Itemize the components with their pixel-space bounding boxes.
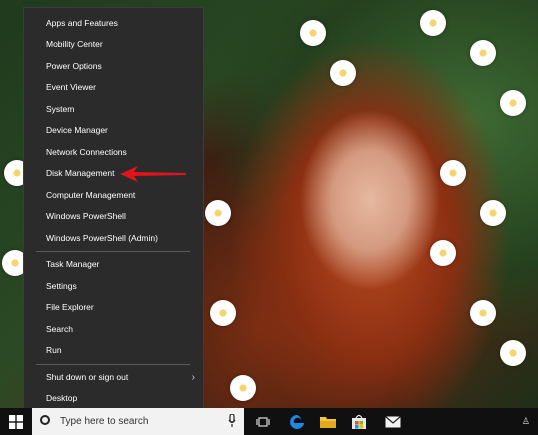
menu-item-label: System	[46, 104, 75, 114]
taskbar-search-box[interactable]: Type here to search	[32, 408, 244, 435]
menu-item-system[interactable]: System	[24, 99, 203, 120]
search-placeholder: Type here to search	[60, 416, 149, 427]
menu-item-label: Network Connections	[46, 147, 127, 157]
menu-item-windows-powershell-admin[interactable]: Windows PowerShell (Admin)	[24, 228, 203, 249]
menu-item-label: Shut down or sign out	[46, 372, 129, 382]
menu-item-device-manager[interactable]: Device Manager	[24, 120, 203, 141]
menu-item-label: Settings	[46, 281, 77, 291]
flower-decoration	[470, 300, 496, 326]
power-user-menu: Apps and Features Mobility Center Power …	[23, 7, 204, 411]
flower-decoration	[205, 200, 231, 226]
flower-decoration	[330, 60, 356, 86]
menu-item-search[interactable]: Search	[24, 319, 203, 340]
people-icon[interactable]: ♙	[522, 416, 530, 426]
mail-icon	[385, 415, 401, 427]
file-explorer-button[interactable]	[313, 408, 343, 435]
menu-item-label: Search	[46, 324, 73, 334]
notification-area[interactable]: ♙	[522, 408, 530, 435]
flower-decoration	[480, 200, 506, 226]
flower-decoration	[210, 300, 236, 326]
windows-logo-icon	[9, 414, 23, 429]
menu-separator	[36, 364, 190, 365]
menu-item-run[interactable]: Run	[24, 340, 203, 361]
flower-decoration	[440, 160, 466, 186]
menu-item-mobility-center[interactable]: Mobility Center	[24, 34, 203, 55]
menu-item-label: Event Viewer	[46, 82, 96, 92]
menu-item-windows-powershell[interactable]: Windows PowerShell	[24, 206, 203, 227]
menu-item-label: Windows PowerShell	[46, 211, 126, 221]
search-icon	[40, 415, 50, 425]
menu-item-label: Power Options	[46, 61, 102, 71]
menu-separator	[36, 251, 190, 252]
menu-item-task-manager[interactable]: Task Manager	[24, 254, 203, 275]
menu-item-network-connections[interactable]: Network Connections	[24, 142, 203, 163]
menu-item-label: Apps and Features	[46, 18, 118, 28]
red-annotation-arrow-icon	[120, 166, 186, 182]
task-view-icon	[256, 416, 270, 427]
flower-decoration	[230, 375, 256, 401]
menu-item-event-viewer[interactable]: Event Viewer	[24, 77, 203, 98]
menu-item-label: Device Manager	[46, 125, 108, 135]
flower-decoration	[500, 340, 526, 366]
menu-item-label: File Explorer	[46, 302, 94, 312]
menu-item-apps-and-features[interactable]: Apps and Features	[24, 13, 203, 34]
microphone-icon[interactable]	[228, 414, 236, 428]
menu-item-label: Run	[46, 345, 62, 355]
taskbar: Type here to search ♙	[0, 408, 538, 435]
flower-decoration	[420, 10, 446, 36]
menu-item-label: Computer Management	[46, 190, 136, 200]
edge-button[interactable]	[282, 408, 312, 435]
store-button[interactable]	[344, 408, 374, 435]
menu-item-label: Mobility Center	[46, 39, 103, 49]
chevron-right-icon: ›	[191, 372, 195, 383]
menu-item-file-explorer[interactable]: File Explorer	[24, 297, 203, 318]
mail-button[interactable]	[378, 408, 408, 435]
menu-item-power-options[interactable]: Power Options	[24, 56, 203, 77]
menu-item-label: Windows PowerShell (Admin)	[46, 233, 158, 243]
menu-item-label: Task Manager	[46, 259, 100, 269]
menu-item-desktop[interactable]: Desktop	[24, 388, 203, 409]
edge-icon	[290, 414, 304, 429]
flower-decoration	[500, 90, 526, 116]
menu-item-label: Disk Management	[46, 168, 115, 178]
store-icon	[352, 414, 366, 429]
start-button[interactable]	[0, 408, 32, 435]
task-view-button[interactable]	[248, 408, 278, 435]
menu-item-settings[interactable]: Settings	[24, 276, 203, 297]
menu-item-shut-down-or-sign-out[interactable]: Shut down or sign out ›	[24, 367, 203, 388]
menu-item-label: Desktop	[46, 393, 78, 403]
flower-decoration	[470, 40, 496, 66]
file-explorer-icon	[320, 416, 336, 428]
menu-item-computer-management[interactable]: Computer Management	[24, 185, 203, 206]
flower-decoration	[300, 20, 326, 46]
flower-decoration	[430, 240, 456, 266]
